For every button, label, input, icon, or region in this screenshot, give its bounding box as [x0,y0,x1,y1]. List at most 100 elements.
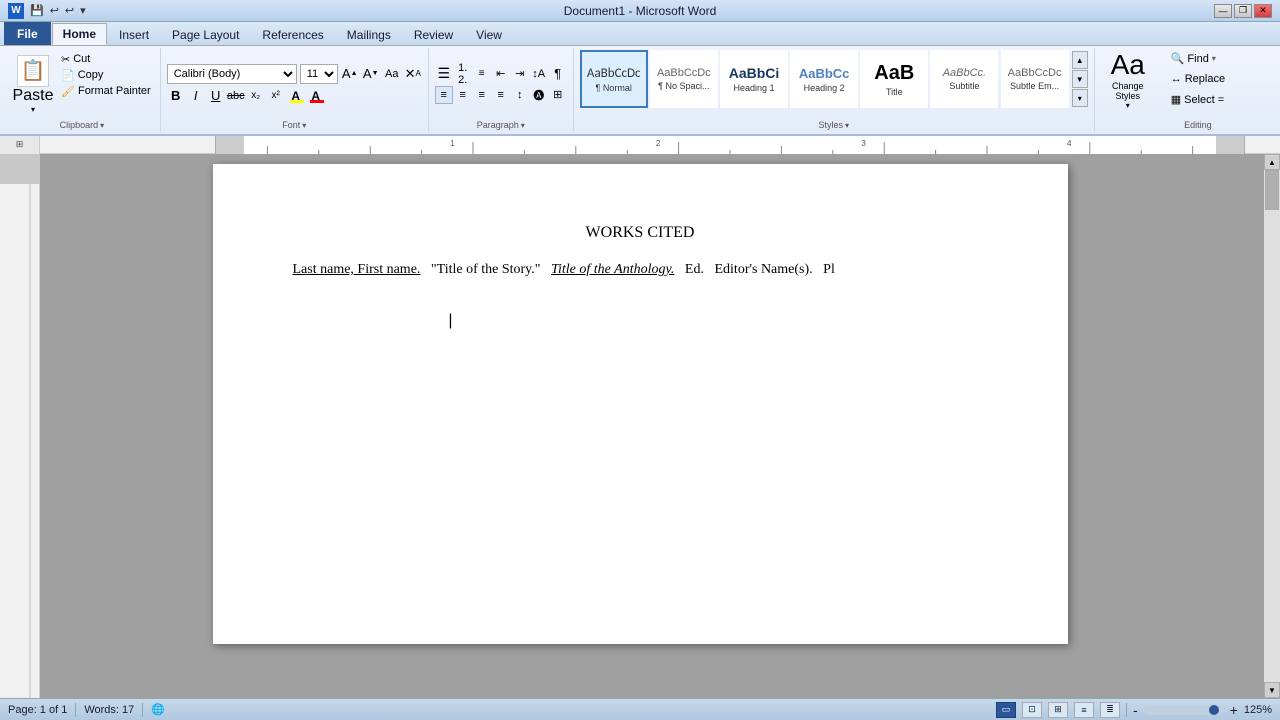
ruler-track: 1 2 3 4 [216,136,1244,154]
align-center-button[interactable]: ≡ [454,86,472,104]
web-layout-view-btn[interactable]: ⊞ [1048,702,1068,718]
style-no-spacing[interactable]: AaBbCcDc ¶ No Spaci... [650,50,718,108]
select-button[interactable]: ▦ Select = [1167,91,1228,108]
style-subtitle-preview: AaBbCc. [943,67,986,79]
styles-scroll-up[interactable]: ▲ [1072,51,1088,69]
find-dropdown-icon: ▾ [1212,54,1216,63]
clear-formatting-button[interactable]: ✕A [404,65,422,83]
multilevel-list-button[interactable]: ≡ [473,65,491,83]
style-heading2[interactable]: AaBbCc Heading 2 [790,50,858,108]
style-items-grid: AaBbCcDc ¶ Normal AaBbCcDc ¶ No Spaci...… [580,50,1070,108]
font-controls: Calibri (Body) 11 A▲ A▼ Aa ✕A B I U abc … [167,64,422,105]
find-button[interactable]: 🔍 Find ▾ [1167,50,1220,67]
styles-expand-btn[interactable]: ▾ [1072,89,1088,107]
bullets-button[interactable]: ☰ [435,65,453,83]
select-label: Select = [1184,94,1224,106]
font-color-button[interactable]: A [307,87,325,105]
paragraph-expander[interactable]: ▾ [521,121,525,130]
save-qa-btn[interactable]: 💾 [28,4,46,17]
increase-indent-button[interactable]: ⇥ [511,65,529,83]
replace-button[interactable]: ↔ Replace [1167,71,1229,87]
svg-text:3: 3 [861,139,866,148]
underline-button[interactable]: U [207,87,225,105]
tab-references[interactable]: References [251,24,334,45]
paste-button[interactable]: 📋 Paste ▾ [10,52,56,117]
shrink-font-button[interactable]: A▼ [362,65,380,83]
title-bar-controls: — ❐ ✕ [1214,4,1272,18]
style-subtle-emphasis[interactable]: AaBbCcDc Subtle Em... [1001,50,1069,108]
tab-insert[interactable]: Insert [108,24,160,45]
scroll-thumb[interactable] [1265,170,1279,210]
tab-page-layout[interactable]: Page Layout [161,24,250,45]
zoom-slider[interactable] [1144,705,1224,715]
subscript-button[interactable]: x₂ [247,87,265,105]
bold-button[interactable]: B [167,87,185,105]
outline-view-btn[interactable]: ≡ [1074,702,1094,718]
format-painter-button[interactable]: 🖌 Format Painter [58,84,154,99]
sort-button[interactable]: ↕A [530,65,548,83]
redo-qa-btn[interactable]: ↩ [63,4,76,17]
tab-review[interactable]: Review [403,24,464,45]
styles-content: AaBbCcDc ¶ Normal AaBbCcDc ¶ No Spaci...… [580,50,1088,118]
tab-mailings[interactable]: Mailings [336,24,402,45]
line-spacing-button[interactable]: ↕ [511,86,529,104]
close-button[interactable]: ✕ [1254,4,1272,18]
styles-expander[interactable]: ▾ [845,121,849,130]
customize-qa-btn[interactable]: ▾ [78,4,88,17]
style-subtitle[interactable]: AaBbCc. Subtitle [930,50,998,108]
clipboard-expander[interactable]: ▾ [100,121,104,130]
highlight-color-button[interactable]: A [287,87,305,105]
ribbon-tabs: File Home Insert Page Layout References … [0,22,1280,46]
word-count: Words: 17 [84,704,134,716]
copy-button[interactable]: 📄 Copy [58,68,154,83]
borders-button[interactable]: ⊞ [549,86,567,104]
restore-button[interactable]: ❐ [1234,4,1252,18]
cut-button[interactable]: ✂ Cut [58,52,154,67]
decrease-indent-button[interactable]: ⇤ [492,65,510,83]
zoom-thumb[interactable] [1209,705,1219,715]
tab-file[interactable]: File [4,22,51,45]
italic-button[interactable]: I [187,87,205,105]
draft-view-btn[interactable]: ≣ [1100,702,1120,718]
document-area[interactable]: ▲ ▼ WORKS CITED | Last name, First name.… [0,154,1280,698]
superscript-button[interactable]: x² [267,87,285,105]
show-formatting-button[interactable]: ¶ [549,65,567,83]
numbering-button[interactable]: 1.2. [454,65,472,83]
scroll-track[interactable] [1264,170,1280,682]
copy-label: Copy [78,69,104,81]
change-styles-button[interactable]: Aa ChangeStyles ▾ [1101,50,1155,108]
citation-line[interactable]: Last name, First name. "Title of the Sto… [323,262,988,278]
status-separator-1 [75,703,76,717]
font-expander[interactable]: ▾ [302,121,306,130]
tab-home[interactable]: Home [52,23,107,45]
find-replace-group: 🔍 Find ▾ ↔ Replace ▦ Select = Editing [1161,48,1235,132]
font-group: Calibri (Body) 11 A▲ A▼ Aa ✕A B I U abc … [161,48,429,132]
font-size-select[interactable]: 11 [300,64,338,84]
document-page[interactable]: WORKS CITED | Last name, First name. "Ti… [213,164,1068,644]
paste-dropdown-arrow[interactable]: ▾ [31,105,35,114]
full-screen-view-btn[interactable]: ⊡ [1022,702,1042,718]
minimize-button[interactable]: — [1214,4,1232,18]
title-bar: W 💾 ↩ ↩ ▾ Document1 - Microsoft Word — ❐… [0,0,1280,22]
undo-qa-btn[interactable]: ↩ [48,4,61,17]
change-case-button[interactable]: Aa [383,65,401,83]
zoom-plus-btn[interactable]: + [1230,702,1238,718]
grow-font-button[interactable]: A▲ [341,65,359,83]
scroll-down-arrow[interactable]: ▼ [1264,682,1280,698]
align-right-button[interactable]: ≡ [473,86,491,104]
shading-button[interactable]: 🅐 [530,86,548,104]
style-title[interactable]: AaB Title [860,50,928,108]
strikethrough-button[interactable]: abc [227,87,245,105]
tab-view[interactable]: View [465,24,513,45]
justify-button[interactable]: ≡ [492,86,510,104]
print-layout-view-btn[interactable]: ▭ [996,702,1016,718]
zoom-minus-btn[interactable]: - [1133,702,1138,718]
language-icon[interactable]: 🌐 [151,703,165,716]
align-left-button[interactable]: ≡ [435,86,453,104]
font-name-select[interactable]: Calibri (Body) [167,64,297,84]
styles-scroll-down[interactable]: ▼ [1072,70,1088,88]
style-heading1[interactable]: AaBbCi Heading 1 [720,50,788,108]
status-right: ▭ ⊡ ⊞ ≡ ≣ - + 125% [996,702,1272,718]
scroll-up-arrow[interactable]: ▲ [1264,154,1280,170]
style-normal[interactable]: AaBbCcDc ¶ Normal [580,50,648,108]
